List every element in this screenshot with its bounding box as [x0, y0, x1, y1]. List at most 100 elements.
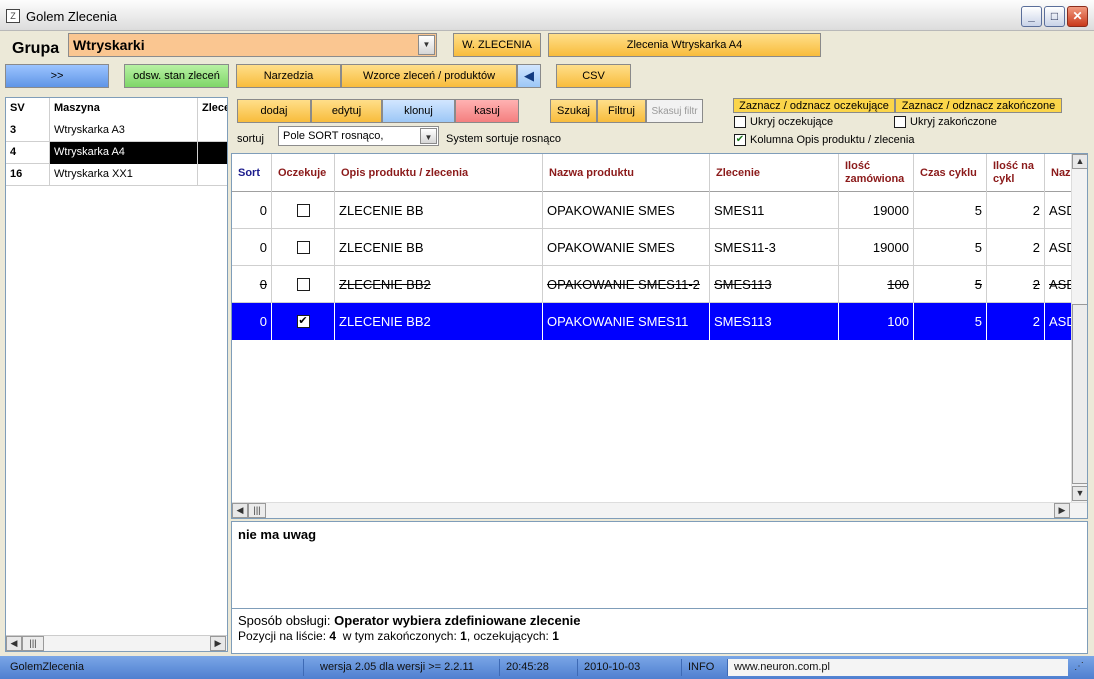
cell-opis: ZLECENIE BB2 [335, 266, 543, 303]
cell-na-cykl: 2 [987, 192, 1045, 229]
maximize-button[interactable]: □ [1044, 6, 1065, 27]
waiting-checkbox[interactable] [296, 204, 310, 217]
machine-list: SV Maszyna Zlece 3 Wtryskarka A3 4 Wtrys… [5, 97, 228, 652]
grupa-select[interactable]: Wtryskarki ▼ [68, 33, 437, 57]
cell-zlecenie: SMES113 [710, 266, 839, 303]
chevron-down-icon[interactable]: ▼ [418, 35, 435, 55]
cell-zlecenie: SMES113 [710, 303, 839, 340]
scroll-left-icon[interactable]: ◀ [6, 636, 22, 651]
system-sort-note: System sortuje rosnąco [446, 133, 561, 145]
narzedzia-button[interactable]: Narzedzia [236, 64, 341, 88]
toggle-done-button[interactable]: Zaznacz / odznacz zakończone [895, 98, 1062, 113]
grid-vscroll[interactable]: ▲ ▼ [1071, 154, 1087, 502]
col-opis[interactable]: Opis produktu / zlecenia [335, 154, 543, 192]
w-zlecenia-button[interactable]: W. ZLECENIA [453, 33, 541, 57]
status-time: 20:45:28 [500, 659, 578, 676]
refresh-button[interactable]: odsw. stan zleceń [124, 64, 229, 88]
scroll-up-icon[interactable]: ▲ [1072, 154, 1087, 169]
cell-sort: 0 [232, 303, 272, 340]
table-row[interactable]: 0 ZLECENIE BB OPAKOWANIE SMES SMES11-3 1… [232, 229, 1076, 266]
filtruj-button[interactable]: Filtruj [597, 99, 646, 123]
cell-nazwa: OPAKOWANIE SMES [543, 229, 710, 266]
notes-text: nie ma uwag [238, 527, 317, 542]
col-ilosc-zamowiona[interactable]: Ilość zamówiona [839, 154, 914, 192]
machine-list-hscroll[interactable]: ◀ ||| ▶ [6, 635, 227, 651]
col-zlecenia[interactable]: Zlece [198, 98, 227, 120]
col-sv[interactable]: SV [6, 98, 50, 120]
hide-done-option[interactable]: Ukryj zakończone [894, 116, 997, 128]
grid-header: Sort Oczekuje Opis produktu / zlecenia N… [232, 154, 1072, 192]
skasuj-filtr-button[interactable]: Skasuj filtr [646, 99, 703, 123]
klonuj-button[interactable]: klonuj [382, 99, 455, 123]
cell-opis: ZLECENIE BB2 [335, 303, 543, 340]
col-czas-cyklu[interactable]: Czas cyklu [914, 154, 987, 192]
cell-nazwa: OPAKOWANIE SMES [543, 192, 710, 229]
machine-name: Wtryskarka XX1 [50, 164, 198, 186]
grupa-label: Grupa [12, 40, 60, 57]
cell-sort: 0 [232, 229, 272, 266]
toggle-waiting-button[interactable]: Zaznacz / odznacz oczekujące [733, 98, 895, 113]
dodaj-button[interactable]: dodaj [237, 99, 311, 123]
machine-row[interactable]: 3 Wtryskarka A3 [6, 120, 227, 142]
cell-opis: ZLECENIE BB [335, 229, 543, 266]
cell-oczekuje [272, 229, 335, 266]
notes-panel[interactable]: nie ma uwag [231, 521, 1088, 609]
status-bar: GolemZlecenia wersja 2.05 dla wersji >= … [0, 656, 1094, 679]
collapse-arrow-icon[interactable]: ◀ [517, 64, 541, 88]
cell-opis: ZLECENIE BB [335, 192, 543, 229]
edytuj-button[interactable]: edytuj [311, 99, 382, 123]
machine-list-header: SV Maszyna Zlece [6, 98, 227, 120]
column-desc-option[interactable]: ✔ Kolumna Opis produktu / zlecenia [734, 134, 914, 146]
scroll-down-icon[interactable]: ▼ [1072, 486, 1087, 501]
status-url[interactable]: www.neuron.com.pl [728, 659, 1068, 676]
wzorce-button[interactable]: Wzorce zleceń / produktów [341, 64, 517, 88]
table-row-done[interactable]: 0 ZLECENIE BB2 OPAKOWANIE SMES11-2 SMES1… [232, 266, 1076, 303]
app-icon: Z [6, 9, 20, 23]
hide-waiting-label: Ukryj oczekujące [750, 116, 834, 128]
window-title: Golem Zlecenia [26, 9, 118, 24]
scroll-thumb[interactable]: ||| [248, 503, 266, 518]
hide-done-checkbox[interactable] [894, 116, 906, 128]
resize-grip-icon[interactable]: ⋰ [1074, 661, 1084, 672]
machine-row-selected[interactable]: 4 Wtryskarka A4 [6, 142, 227, 164]
scroll-right-icon[interactable]: ▶ [210, 636, 226, 651]
scroll-right-icon[interactable]: ▶ [1054, 503, 1070, 518]
kasuj-button[interactable]: kasuj [455, 99, 519, 123]
check-icon[interactable]: ✔ [734, 134, 746, 146]
hide-waiting-option[interactable]: Ukryj oczekujące [734, 116, 833, 128]
col-oczekuje[interactable]: Oczekuje [272, 154, 335, 192]
table-row[interactable]: 0 ZLECENIE BB OPAKOWANIE SMES SMES11 190… [232, 192, 1076, 229]
waiting-checkbox[interactable] [296, 278, 310, 291]
sort-select[interactable]: Pole SORT rosnąco, ▼ [278, 126, 439, 146]
close-button[interactable]: ✕ [1067, 6, 1088, 27]
col-sort[interactable]: Sort [232, 154, 272, 192]
csv-button[interactable]: CSV [556, 64, 631, 88]
col-zlecenie[interactable]: Zlecenie [710, 154, 839, 192]
col-nazwa-produktu[interactable]: Nazwa produktu [543, 154, 710, 192]
machine-sv: 16 [6, 164, 50, 186]
col-ilosc-na-cykl[interactable]: Ilość na cykl [987, 154, 1045, 192]
sort-value: Pole SORT rosnąco, [283, 130, 384, 142]
scroll-thumb[interactable]: ||| [22, 636, 44, 651]
grid-hscroll[interactable]: ◀ ||| ▶ [232, 502, 1087, 518]
cell-sort: 0 [232, 192, 272, 229]
mode-line: Sposób obsługi: Operator wybiera zdefini… [238, 613, 581, 628]
cell-ilosc: 19000 [839, 192, 914, 229]
check-icon[interactable]: ✔ [296, 315, 310, 328]
table-row-selected[interactable]: 0 ✔ ZLECENIE BB2 OPAKOWANIE SMES11 SMES1… [232, 303, 1085, 340]
minimize-button[interactable]: _ [1021, 6, 1042, 27]
col-maszyna[interactable]: Maszyna [50, 98, 198, 120]
chevron-down-icon[interactable]: ▼ [420, 128, 437, 144]
expand-button[interactable]: >> [5, 64, 109, 88]
mode-value: Operator wybiera zdefiniowane zlecenie [334, 613, 581, 628]
machine-sv: 4 [6, 142, 50, 164]
hide-waiting-checkbox[interactable] [734, 116, 746, 128]
machine-row[interactable]: 16 Wtryskarka XX1 [6, 164, 227, 186]
machine-sv: 3 [6, 120, 50, 142]
scroll-left-icon[interactable]: ◀ [232, 503, 248, 518]
waiting-checkbox[interactable] [296, 241, 310, 254]
scroll-thumb[interactable] [1072, 304, 1087, 484]
count-label: Pozycji na liście: [238, 629, 327, 643]
zlecenia-machine-button[interactable]: Zlecenia Wtryskarka A4 [548, 33, 821, 57]
szukaj-button[interactable]: Szukaj [550, 99, 597, 123]
